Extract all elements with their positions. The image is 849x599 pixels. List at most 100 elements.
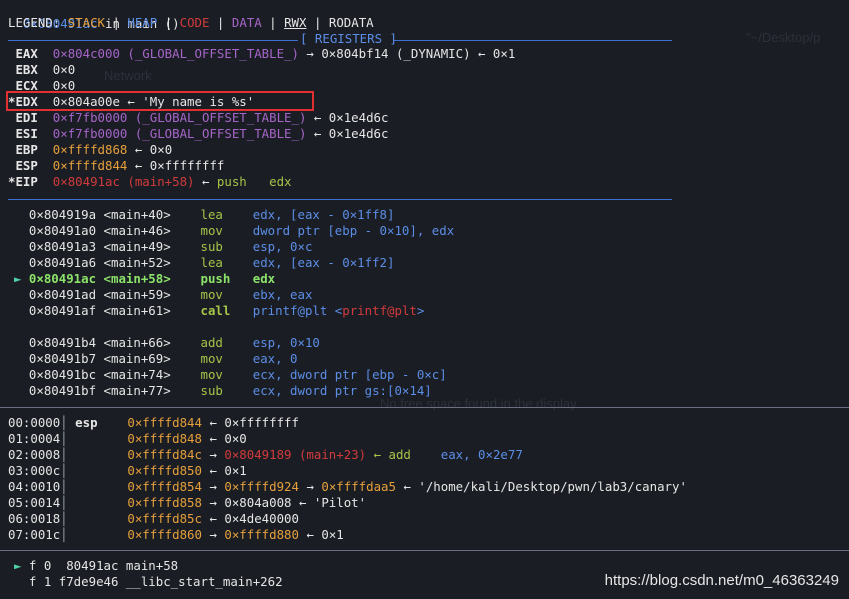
- disasm-opcode: sub: [200, 239, 253, 254]
- disasm-address: 0×804919a: [28, 207, 104, 222]
- register-value: 0×ffffd868: [52, 142, 128, 157]
- stack-register: [68, 479, 128, 494]
- stack-address: 0×ffffd850: [127, 463, 202, 478]
- disasm-symbol: <main+58>: [103, 271, 201, 286]
- register-row-esi: ESI 0×f7fb0000 (_GLOBAL_OFFSET_TABLE_) ←…: [8, 126, 388, 142]
- disasm-symbol: <main+77>: [103, 383, 201, 398]
- current-instruction-marker: [14, 383, 29, 398]
- register-deref: ← 0×0: [127, 142, 173, 157]
- ghost-path-label: "~/Desktop/p: [746, 30, 821, 45]
- disasm-call-target: printf@plt: [342, 303, 417, 318]
- stack-register: [68, 463, 128, 478]
- stack-value: ← '/home/kali/Desktop/pwn/lab3/canary': [395, 479, 687, 494]
- register-deref: ← 0×ffffffff: [127, 158, 225, 173]
- legend-label: LEGEND:: [8, 15, 68, 30]
- stack-stack-pointer: 0×ffffdaa5: [321, 479, 396, 494]
- stack-offset: 05:0014: [8, 495, 61, 510]
- disasm-address: 0×80491af: [28, 303, 104, 318]
- stack-column-divider: │: [60, 495, 68, 510]
- disasm-address: 0×80491ac: [28, 271, 104, 286]
- stack-address: 0×ffffd85c: [127, 511, 202, 526]
- stack-value: ← 0×1: [298, 527, 344, 542]
- disasm-address: 0×80491a6: [28, 255, 104, 270]
- stack-register: [68, 495, 128, 510]
- stack-arrow: →: [298, 479, 322, 494]
- disasm-operands-tail: >: [416, 303, 425, 318]
- disasm-symbol: <main+66>: [103, 335, 201, 350]
- legend-item-rodata: RODATA: [328, 15, 374, 30]
- legend-item-rwx: RWX: [284, 15, 307, 30]
- stack-offset: 02:0008: [8, 447, 61, 462]
- backtrace-text: f 1 f7de9e46 __libc_start_main+262: [21, 574, 283, 589]
- register-row-esp: ESP 0×ffffd844 ← 0×ffffffff: [8, 158, 224, 174]
- disasm-address: 0×80491ad: [28, 287, 104, 302]
- disasm-address: 0×80491bc: [28, 367, 104, 382]
- register-deref: ← 0×1e4d6c: [306, 110, 389, 125]
- registers-title: [ REGISTERS ]: [300, 31, 397, 46]
- disasm-row: 0×80491ad <main+59> mov ebx, eax: [14, 287, 313, 303]
- register-name: ESP: [15, 158, 53, 173]
- edx-highlight-box: [6, 91, 314, 111]
- stack-row: 07:001c│ 0×ffffd860 → 0×ffffd880 ← 0×1: [8, 527, 344, 543]
- legend-separator: |: [306, 15, 329, 30]
- stack-divider: [0, 407, 849, 408]
- disasm-address: 0×80491a3: [28, 239, 104, 254]
- stack-row: 05:0014│ 0×ffffd858 → 0×804a008 ← 'Pilot…: [8, 495, 366, 511]
- legend-separator: |: [105, 15, 128, 30]
- ghost-network-label: Network: [104, 68, 152, 83]
- current-instruction-marker: [14, 239, 29, 254]
- register-value: 0×0: [52, 62, 76, 77]
- disasm-operands: ecx, dword ptr gs:[0×14]: [252, 383, 432, 398]
- disasm-operands: dword ptr [ebp - 0×10], edx: [252, 223, 455, 238]
- current-instruction-marker: ►: [14, 271, 29, 286]
- stack-offset: 07:001c: [8, 527, 61, 542]
- disasm-row: 0×80491a3 <main+49> sub esp, 0×c: [14, 239, 313, 255]
- current-instruction-marker: [14, 351, 29, 366]
- disasm-operands: edx: [252, 271, 276, 286]
- current-instruction-marker: [14, 255, 29, 270]
- register-name: ESI: [15, 126, 53, 141]
- stack-column-divider: │: [60, 463, 68, 478]
- register-row-eip: *EIP 0×80491ac (main+58) ← push edx: [8, 174, 292, 190]
- stack-value: ← 0×4de40000: [201, 511, 299, 526]
- stack-value: → 0×804a008 ← 'Pilot': [201, 495, 367, 510]
- stack-arrow: →: [201, 447, 225, 462]
- register-row-ebp: EBP 0×ffffd868 ← 0×0: [8, 142, 172, 158]
- stack-register: [68, 431, 128, 446]
- stack-address: 0×ffffd854: [127, 479, 202, 494]
- disasm-symbol: <main+49>: [103, 239, 201, 254]
- disasm-operands: esp, 0×c: [252, 239, 313, 254]
- stack-row: 03:000c│ 0×ffffd850 ← 0×1: [8, 463, 247, 479]
- register-value: 0×f7fb0000 (_GLOBAL_OFFSET_TABLE_): [52, 110, 307, 125]
- stack-instruction: ← add: [366, 447, 441, 462]
- stack-register: [68, 447, 128, 462]
- register-value: 0×f7fb0000 (_GLOBAL_OFFSET_TABLE_): [52, 126, 307, 141]
- registers-divider-left: [8, 40, 298, 41]
- legend-item-code: CODE: [179, 15, 210, 30]
- disasm-symbol: <main+74>: [103, 367, 201, 382]
- stack-address: 0×ffffd858: [127, 495, 202, 510]
- register-instruction: push edx: [216, 174, 292, 189]
- stack-offset: 06:0018: [8, 511, 61, 526]
- legend-separator: |: [157, 15, 180, 30]
- disasm-divider: [8, 199, 672, 200]
- disasm-opcode: mov: [200, 287, 253, 302]
- disasm-row: 0×80491b4 <main+66> add esp, 0×10: [14, 335, 320, 351]
- register-row-edi: EDI 0×f7fb0000 (_GLOBAL_OFFSET_TABLE_) ←…: [8, 110, 388, 126]
- disasm-symbol: <main+46>: [103, 223, 201, 238]
- disasm-opcode: mov: [200, 351, 253, 366]
- watermark-text: https://blog.csdn.net/m0_46363249: [604, 572, 839, 589]
- stack-offset: 01:0004: [8, 431, 61, 446]
- stack-register: [68, 511, 128, 526]
- stack-column-divider: │: [60, 479, 68, 494]
- stack-row: 06:0018│ 0×ffffd85c ← 0×4de40000: [8, 511, 299, 527]
- stack-offset: 03:000c: [8, 463, 61, 478]
- stack-row: 01:0004│ 0×ffffd848 ← 0×0: [8, 431, 247, 447]
- backtrace-text: f 0 80491ac main+58: [21, 558, 179, 573]
- disasm-operands: edx, [eax - 0×1ff2]: [252, 255, 395, 270]
- disasm-opcode: mov: [200, 223, 253, 238]
- stack-address: 0×ffffd860: [127, 527, 202, 542]
- register-deref: ← 0×1e4d6c: [306, 126, 389, 141]
- disasm-address: 0×80491b7: [28, 351, 104, 366]
- disasm-symbol: <main+52>: [103, 255, 201, 270]
